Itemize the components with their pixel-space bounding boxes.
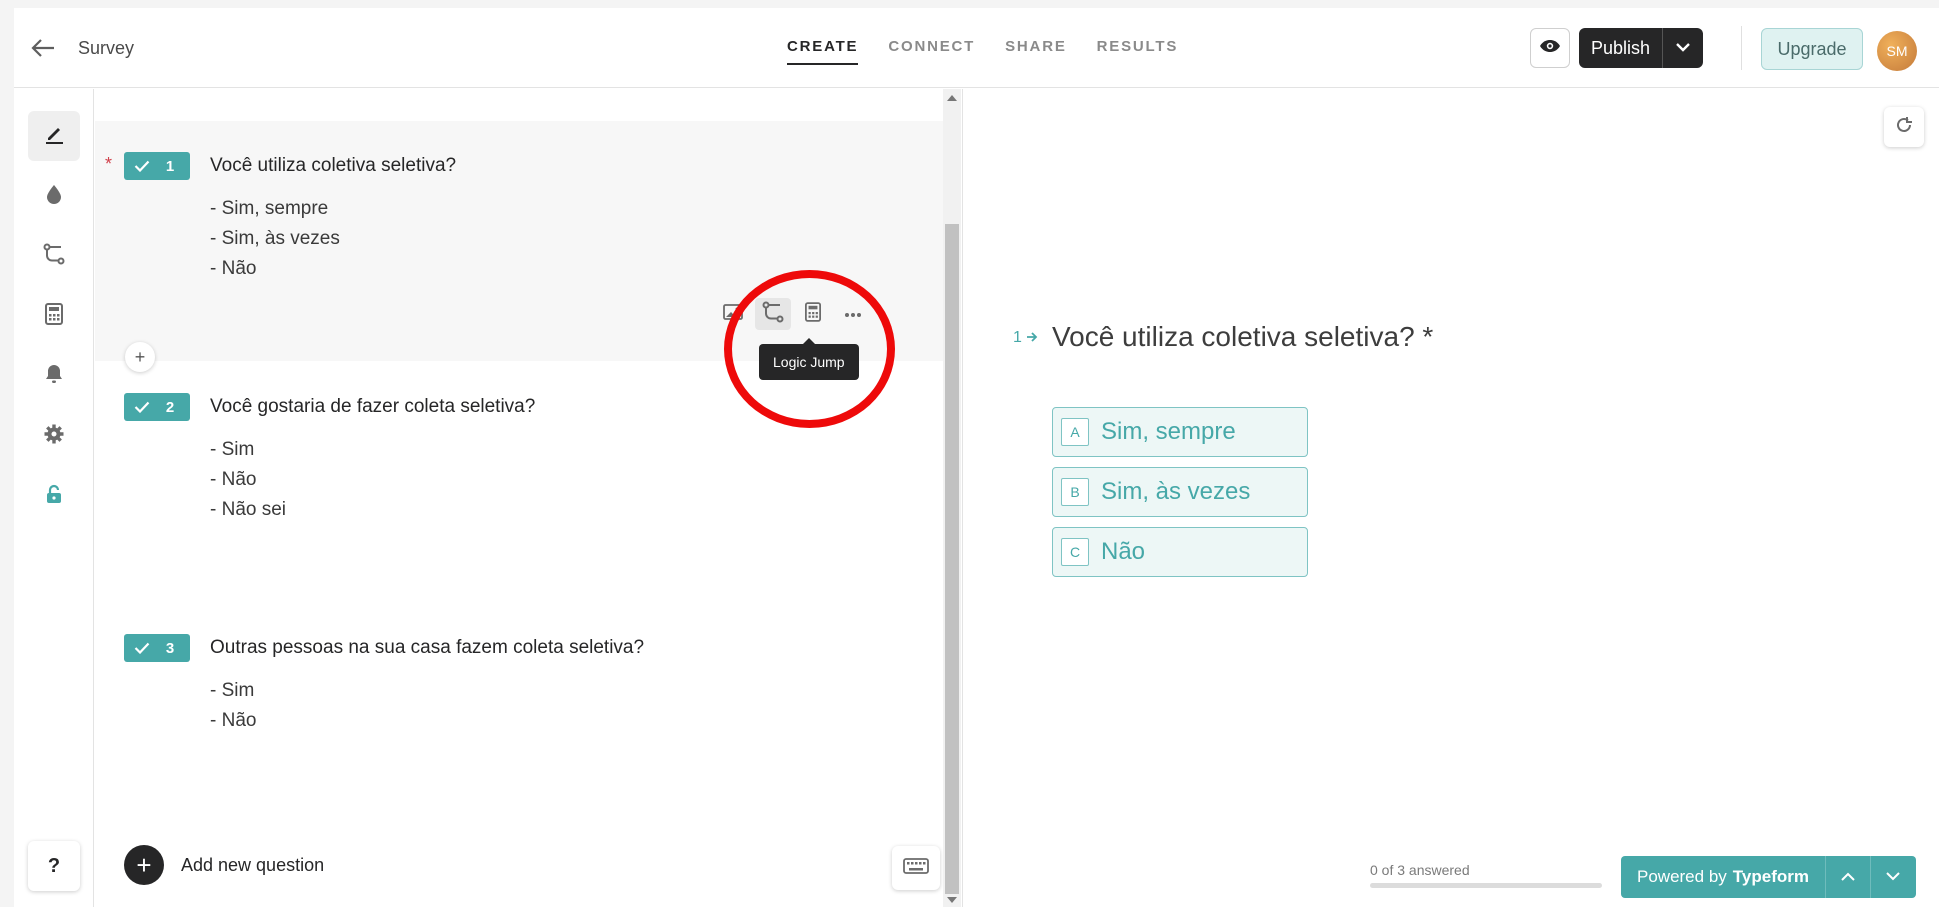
question-option: - Sim	[210, 439, 255, 460]
question-title: Outras pessoas na sua casa fazem coleta …	[210, 637, 645, 658]
choice-key: C	[1061, 538, 1089, 566]
chevron-down-icon	[1676, 39, 1690, 57]
question-option: - Não	[210, 710, 257, 731]
question-options: - Sim - Não - Não sei	[210, 435, 286, 525]
required-marker: *	[105, 154, 113, 174]
question-list-scrollbar[interactable]	[943, 89, 961, 907]
scrollbar-thumb[interactable]	[945, 224, 959, 894]
question-option: - Sim, às vezes	[210, 228, 340, 249]
add-question-between-button[interactable]: +	[125, 342, 155, 372]
preview-question-title: Você utiliza coletiva seletiva? *	[1052, 321, 1434, 352]
question-number: 1	[165, 157, 175, 175]
choice-label: Não	[1101, 538, 1146, 565]
question-badge[interactable]: 3	[124, 634, 190, 662]
lock-icon	[46, 484, 62, 509]
toolbar-logic-button[interactable]	[28, 231, 80, 281]
question-option: - Sim, sempre	[210, 198, 329, 219]
toolbar-design-button[interactable]	[28, 171, 80, 221]
question-number: 2	[165, 398, 175, 416]
chevron-down-icon	[1886, 868, 1901, 886]
checkmark-icon	[124, 160, 160, 172]
question-options: - Sim, sempre - Sim, às vezes - Não	[210, 194, 340, 284]
upgrade-button[interactable]: Upgrade	[1761, 28, 1863, 70]
question-title: Você gostaria de fazer coleta seletiva?	[210, 396, 536, 417]
bell-icon	[45, 364, 63, 389]
scroll-down-arrow-icon[interactable]	[947, 897, 957, 903]
publish-options-button[interactable]	[1663, 28, 1703, 68]
main-nav: CREATE CONNECT SHARE RESULTS	[787, 38, 1208, 65]
progress-bar	[1370, 883, 1602, 888]
preview-choice-c[interactable]: C Não	[1052, 527, 1308, 577]
toolbar-build-button[interactable]	[28, 111, 80, 161]
add-new-question-button[interactable]: + Add new question	[124, 845, 324, 885]
choice-label: Sim, sempre	[1101, 418, 1236, 445]
arrow-right-icon	[1026, 329, 1038, 346]
calculator-icon	[45, 302, 63, 330]
gear-icon	[44, 424, 64, 449]
powered-by-typeform-link[interactable]: Powered by Typeform	[1621, 856, 1826, 898]
tab-results[interactable]: RESULTS	[1097, 38, 1179, 65]
header-divider	[1741, 26, 1742, 70]
question-option: - Não	[210, 258, 257, 279]
powered-by-bar: Powered by Typeform	[1621, 856, 1916, 898]
drop-icon	[46, 184, 62, 209]
logic-jump-icon	[43, 243, 65, 270]
keyboard-icon	[903, 857, 929, 879]
user-avatar[interactable]: SM	[1877, 31, 1917, 71]
preview-question-number-text: 1	[1013, 329, 1022, 346]
choice-label: Sim, às vezes	[1101, 478, 1251, 505]
add-new-question-label: Add new question	[181, 854, 325, 875]
tab-connect[interactable]: CONNECT	[888, 38, 975, 65]
checkmark-icon	[124, 401, 160, 413]
powered-by-prefix: Powered by	[1637, 867, 1727, 886]
preview-button[interactable]	[1530, 28, 1570, 68]
window-top-strip	[0, 0, 1939, 8]
tab-create[interactable]: CREATE	[787, 38, 859, 65]
choice-key: A	[1061, 418, 1089, 446]
left-toolbar: ?	[14, 89, 94, 907]
choice-key: B	[1061, 478, 1089, 506]
preview-choice-b[interactable]: B Sim, às vezes	[1052, 467, 1308, 517]
window-left-edge	[0, 8, 14, 907]
eye-icon	[1539, 39, 1561, 58]
preview-question-number: 1	[1013, 329, 1038, 347]
form-preview: 1 Você utiliza coletiva seletiva? * A Si…	[962, 89, 1939, 907]
form-title[interactable]: Survey	[78, 38, 134, 59]
publish-group: Publish	[1579, 28, 1703, 68]
preview-choice-a[interactable]: A Sim, sempre	[1052, 407, 1308, 457]
toolbar-access-button[interactable]	[28, 471, 80, 521]
chevron-up-icon	[1841, 868, 1855, 886]
plus-icon: +	[124, 845, 164, 885]
previous-question-button[interactable]	[1826, 856, 1871, 898]
keyboard-shortcuts-button[interactable]	[892, 846, 940, 890]
refresh-icon	[1895, 116, 1913, 139]
annotation-circle	[724, 270, 895, 428]
question-option: - Não sei	[210, 499, 287, 520]
toolbar-notifications-button[interactable]	[28, 351, 80, 401]
restart-preview-button[interactable]	[1884, 107, 1924, 147]
publish-button[interactable]: Publish	[1579, 28, 1663, 68]
question-option: - Sim	[210, 680, 255, 701]
top-header: Survey CREATE CONNECT SHARE RESULTS Publ…	[14, 8, 1939, 88]
help-button[interactable]: ?	[28, 841, 80, 891]
question-title: Você utiliza coletiva seletiva?	[210, 155, 457, 176]
scroll-up-arrow-icon[interactable]	[947, 95, 957, 101]
question-option: - Não	[210, 469, 257, 490]
question-options: - Sim - Não	[210, 676, 256, 736]
next-question-button[interactable]	[1871, 856, 1916, 898]
powered-by-brand: Typeform	[1732, 867, 1809, 886]
question-number: 3	[165, 639, 175, 657]
tab-share[interactable]: SHARE	[1005, 38, 1067, 65]
app-window: Survey CREATE CONNECT SHARE RESULTS Publ…	[0, 0, 1939, 907]
progress-text: 0 of 3 answered	[1370, 862, 1470, 878]
toolbar-calculator-button[interactable]	[28, 291, 80, 341]
pen-icon	[43, 123, 65, 150]
checkmark-icon	[124, 642, 160, 654]
toolbar-settings-button[interactable]	[28, 411, 80, 461]
question-badge[interactable]: 2	[124, 393, 190, 421]
question-badge[interactable]: 1	[124, 152, 190, 180]
question-list: * 1 Você utiliza coletiva seletiva? - Si…	[95, 89, 943, 907]
back-arrow-icon[interactable]	[30, 36, 58, 60]
